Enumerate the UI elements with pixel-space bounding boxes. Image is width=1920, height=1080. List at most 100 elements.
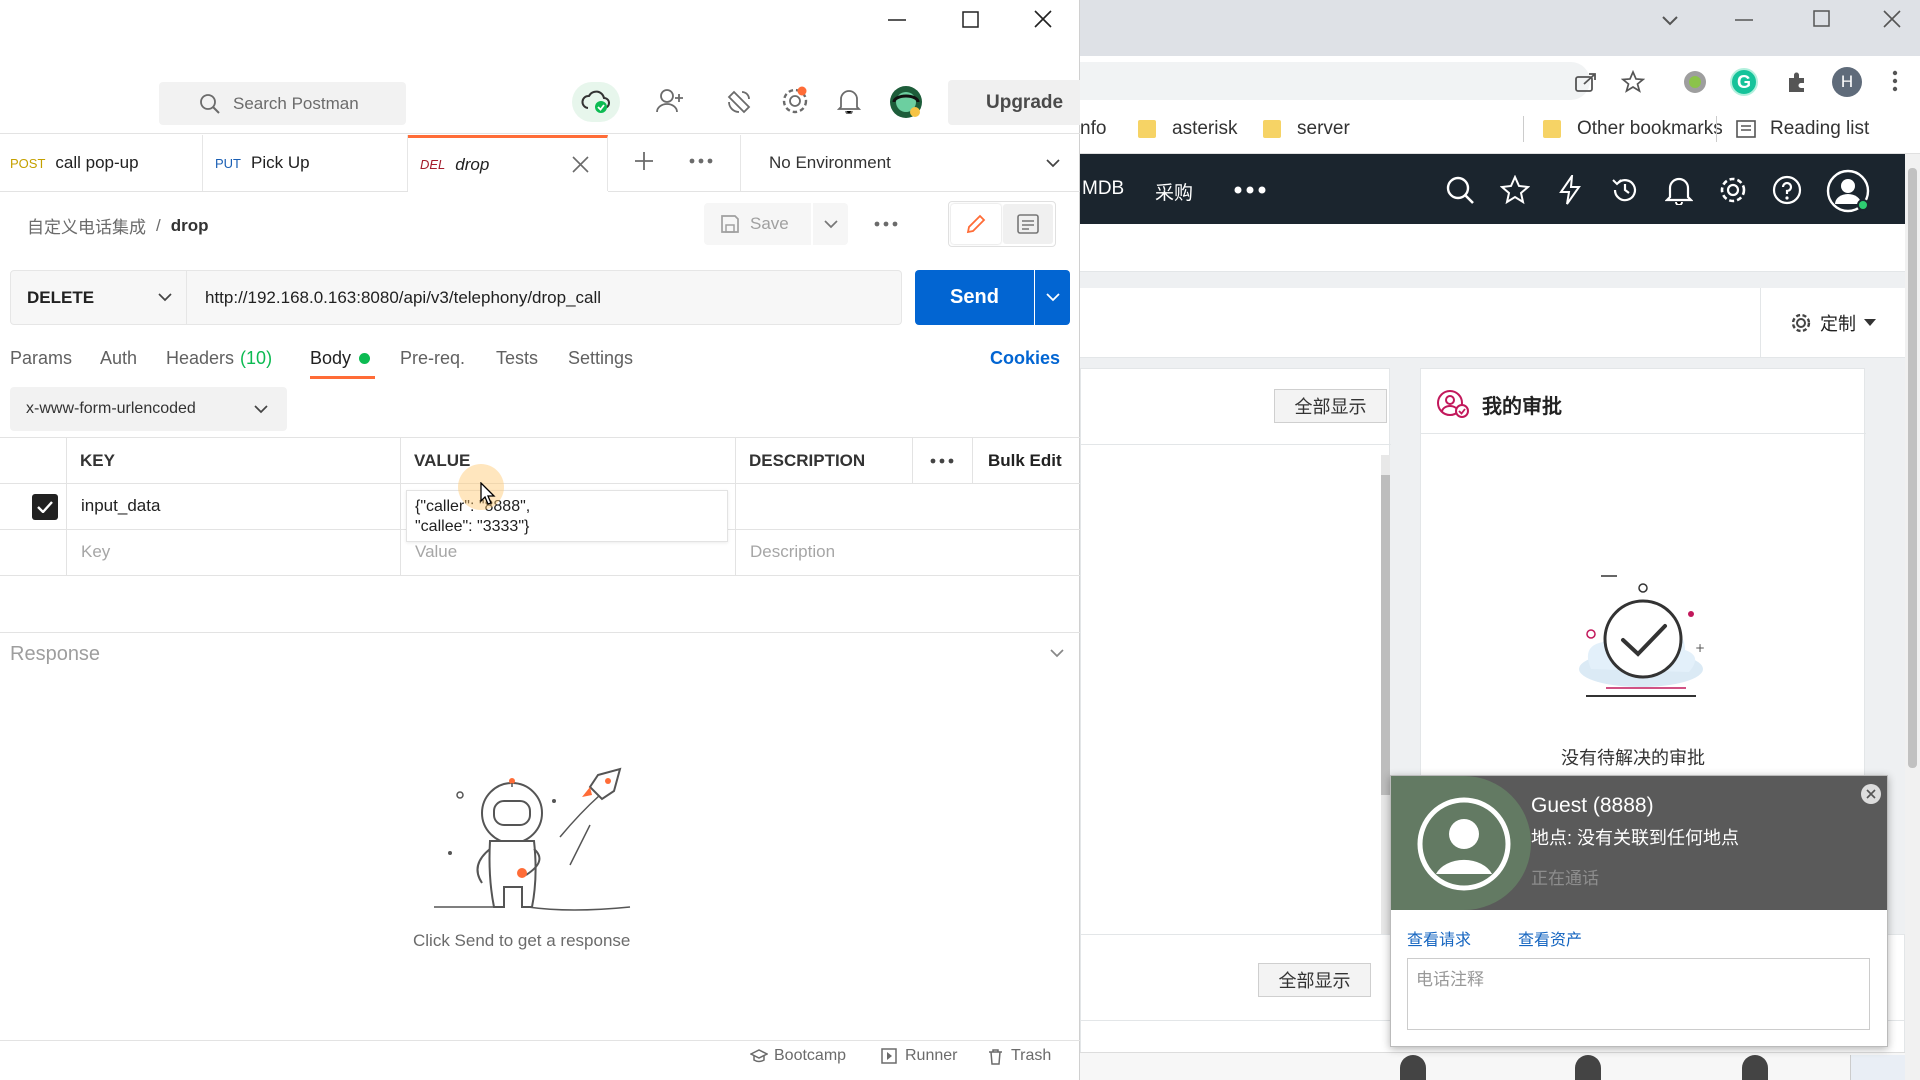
bookmark-info[interactable]: nfo: [1080, 118, 1106, 140]
bookmark-asterisk[interactable]: asterisk: [1138, 118, 1237, 140]
minimize-icon[interactable]: [1735, 18, 1753, 22]
url-input[interactable]: http://192.168.0.163:8080/api/v3/telepho…: [187, 270, 902, 325]
body-type-select[interactable]: x-www-form-urlencoded: [10, 387, 287, 431]
close-icon[interactable]: [1034, 10, 1052, 28]
dock-icon-2[interactable]: [1575, 1055, 1601, 1080]
customize-button[interactable]: 定制: [1760, 288, 1905, 358]
show-all-button-2[interactable]: 全部显示: [1258, 963, 1371, 997]
breadcrumb-collection[interactable]: 自定义电话集成: [27, 213, 146, 238]
edit-pencil-icon[interactable]: [951, 204, 1001, 244]
close-popup-icon[interactable]: [1861, 784, 1881, 804]
sync-cloud-icon[interactable]: [572, 82, 620, 122]
grammarly-icon[interactable]: G: [1730, 68, 1758, 96]
more-icon[interactable]: [1234, 186, 1266, 194]
show-all-button-1[interactable]: 全部显示: [1274, 389, 1387, 423]
search-icon[interactable]: [1445, 175, 1475, 205]
profile-avatar[interactable]: H: [1832, 67, 1862, 97]
row-checkbox[interactable]: [32, 494, 58, 520]
environment-select[interactable]: No Environment: [741, 135, 1080, 191]
svg-text:+: +: [1695, 641, 1705, 655]
row-key[interactable]: input_data: [81, 496, 160, 516]
request-options-icon[interactable]: [874, 221, 898, 227]
row-value-input[interactable]: {"caller": "8888", "callee": "3333"}: [406, 490, 728, 542]
tab-headers[interactable]: Headers (10): [166, 348, 272, 369]
page-scrollbar[interactable]: [1905, 154, 1920, 1080]
save-button[interactable]: Save: [704, 203, 811, 245]
tab-prereq[interactable]: Pre-req.: [400, 348, 465, 369]
tab-body[interactable]: Body: [310, 348, 371, 369]
address-bar[interactable]: [1080, 62, 1590, 100]
share-icon[interactable]: [1574, 71, 1598, 93]
notification-bell-icon[interactable]: [837, 88, 861, 114]
search-icon: [199, 93, 221, 115]
maximize-icon[interactable]: [962, 11, 979, 28]
caller-name: Guest (8888): [1531, 794, 1654, 817]
tab-search-icon[interactable]: [1660, 14, 1680, 28]
notification-bell-icon[interactable]: [1665, 175, 1693, 205]
new-key-input[interactable]: Key: [81, 542, 110, 562]
call-note-placeholder: 电话注释: [1416, 970, 1484, 989]
bulk-edit-button[interactable]: Bulk Edit: [988, 438, 1062, 483]
dock-icon-3[interactable]: [1742, 1055, 1768, 1080]
send-options-button[interactable]: [1035, 270, 1070, 325]
other-bookmarks[interactable]: Other bookmarks: [1543, 118, 1723, 140]
documentation-icon[interactable]: [1003, 204, 1053, 244]
minimize-icon[interactable]: [888, 18, 906, 22]
response-collapse-icon[interactable]: [1050, 649, 1064, 658]
extensions-puzzle-icon[interactable]: [1785, 70, 1809, 94]
reading-list[interactable]: Reading list: [1736, 118, 1869, 140]
new-description-input[interactable]: Description: [750, 542, 835, 562]
tab-auth[interactable]: Auth: [100, 348, 137, 369]
response-divider: [0, 632, 1080, 633]
browser-menu-icon[interactable]: [1892, 70, 1898, 92]
lightning-icon[interactable]: [1558, 175, 1582, 205]
nav-item-mdb[interactable]: MDB: [1082, 178, 1124, 200]
chevron-down-icon: [254, 405, 268, 414]
help-icon[interactable]: [1772, 175, 1802, 205]
dock-lang-icon[interactable]: [1850, 1055, 1905, 1080]
settings-gear-icon[interactable]: [1718, 175, 1748, 205]
user-avatar[interactable]: [888, 84, 924, 120]
extension-grey-icon[interactable]: [1684, 71, 1706, 93]
send-button[interactable]: Send: [915, 270, 1034, 325]
save-options-button[interactable]: [813, 203, 848, 245]
response-hint: Click Send to get a response: [413, 931, 631, 950]
history-icon[interactable]: [1610, 175, 1640, 205]
user-avatar-icon[interactable]: [1826, 169, 1870, 213]
tab-options-icon[interactable]: [689, 158, 713, 164]
satellite-icon[interactable]: [725, 88, 753, 116]
trash-button[interactable]: Trash: [988, 1047, 1051, 1065]
view-asset-link[interactable]: 查看资产: [1518, 926, 1582, 950]
call-status: 正在通话: [1531, 869, 1599, 888]
search-postman-input[interactable]: Search Postman: [159, 82, 406, 125]
call-note-input[interactable]: 电话注释: [1407, 958, 1870, 1030]
magic-icon[interactable]: [1500, 175, 1530, 205]
widget-scrollbar[interactable]: [1381, 455, 1390, 945]
tab-call-popup[interactable]: POST call pop-up: [0, 135, 203, 191]
bootcamp-button[interactable]: Bootcamp: [750, 1047, 846, 1065]
tab-settings[interactable]: Settings: [568, 348, 633, 369]
new-tab-plus-icon[interactable]: [634, 151, 654, 171]
method-select[interactable]: DELETE: [10, 270, 187, 325]
invite-user-icon[interactable]: [656, 88, 684, 114]
runner-button[interactable]: Runner: [881, 1047, 957, 1065]
upgrade-button[interactable]: Upgrade: [948, 80, 1080, 125]
close-tab-icon[interactable]: [572, 156, 589, 173]
tab-params[interactable]: Params: [10, 348, 72, 369]
tab-drop[interactable]: DEL drop: [408, 135, 608, 191]
view-request-link[interactable]: 查看请求: [1407, 926, 1471, 950]
bookmark-star-icon[interactable]: [1621, 70, 1645, 94]
nav-item-purchase[interactable]: 采购: [1155, 178, 1193, 205]
close-icon[interactable]: [1883, 10, 1901, 28]
tab-name: Pick Up: [251, 153, 310, 172]
tab-pick-up[interactable]: PUT Pick Up: [203, 135, 408, 191]
cookies-link[interactable]: Cookies: [990, 348, 1060, 369]
tab-tests[interactable]: Tests: [496, 348, 538, 369]
settings-gear-icon[interactable]: [780, 86, 810, 116]
bookmark-server[interactable]: server: [1263, 118, 1350, 140]
maximize-icon[interactable]: [1813, 10, 1831, 28]
table-col-border: [912, 437, 913, 483]
dock-icon-1[interactable]: [1400, 1055, 1426, 1080]
new-value-input[interactable]: Value: [415, 542, 457, 562]
table-options-icon[interactable]: [930, 458, 954, 464]
